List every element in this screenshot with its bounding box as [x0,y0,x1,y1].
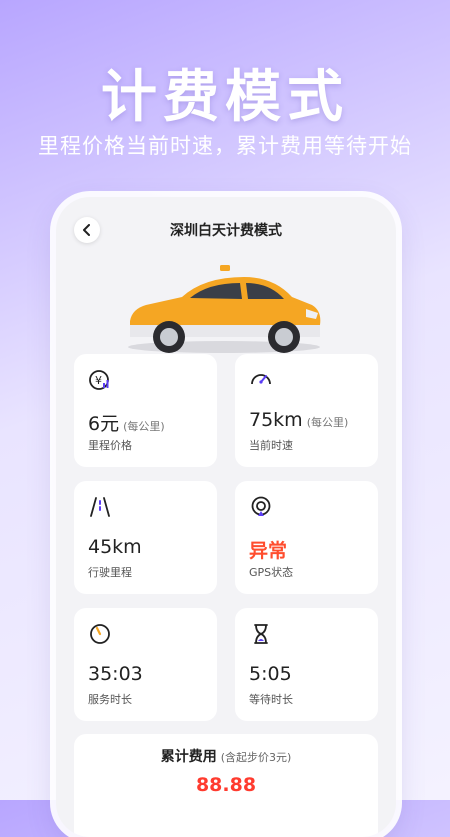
distance-value: 45km [88,536,142,558]
yuan-signal-icon: ¥ [89,370,109,390]
gps-label: GPS状态 [249,566,294,579]
wait-time-value: 5:05 [249,663,292,685]
phone-screen: 深圳白天计费模式 ¥ 6元 (每公里) 里程价格 75km (每公里) 当前时速… [56,197,396,837]
price-value: 6元 (每公里) [88,413,165,435]
service-time-value: 35:03 [88,663,143,685]
taxi-image [56,249,396,354]
gps-icon [251,496,271,516]
price-label: 里程价格 [88,439,132,452]
top-bar: 深圳白天计费模式 [56,197,396,249]
svg-text:¥: ¥ [95,374,102,387]
screen-title: 深圳白天计费模式 [170,223,282,239]
gps-card: 异常 GPS状态 [235,481,378,594]
distance-label: 行驶里程 [88,566,132,579]
total-fee-value: 88.88 [195,774,257,796]
distance-card: 45km 行驶里程 [74,481,217,594]
gps-status-value: 异常 [249,540,288,562]
total-fee-card: 累计费用 (含起步价3元) 88.88 [74,734,378,837]
price-card: ¥ 6元 (每公里) 里程价格 [74,354,217,467]
clock-icon [90,624,110,644]
speed-value: 75km (每公里) [249,409,349,431]
hourglass-icon [254,624,268,644]
service-time-label: 服务时长 [88,693,132,706]
promo-subtitle: 里程价格当前时速，累计费用等待开始 [38,134,412,158]
total-fee-title: 累计费用 (含起步价3元) [160,749,292,765]
wait-time-label: 等待时长 [249,693,293,706]
speedometer-icon [251,374,271,385]
road-icon [90,497,110,517]
speed-card: 75km (每公里) 当前时速 [235,354,378,467]
speed-label: 当前时速 [249,439,293,452]
service-time-card: 35:03 服务时长 [74,608,217,721]
wait-time-card: 5:05 等待时长 [235,608,378,721]
promo-title: 计费模式 [101,65,349,130]
